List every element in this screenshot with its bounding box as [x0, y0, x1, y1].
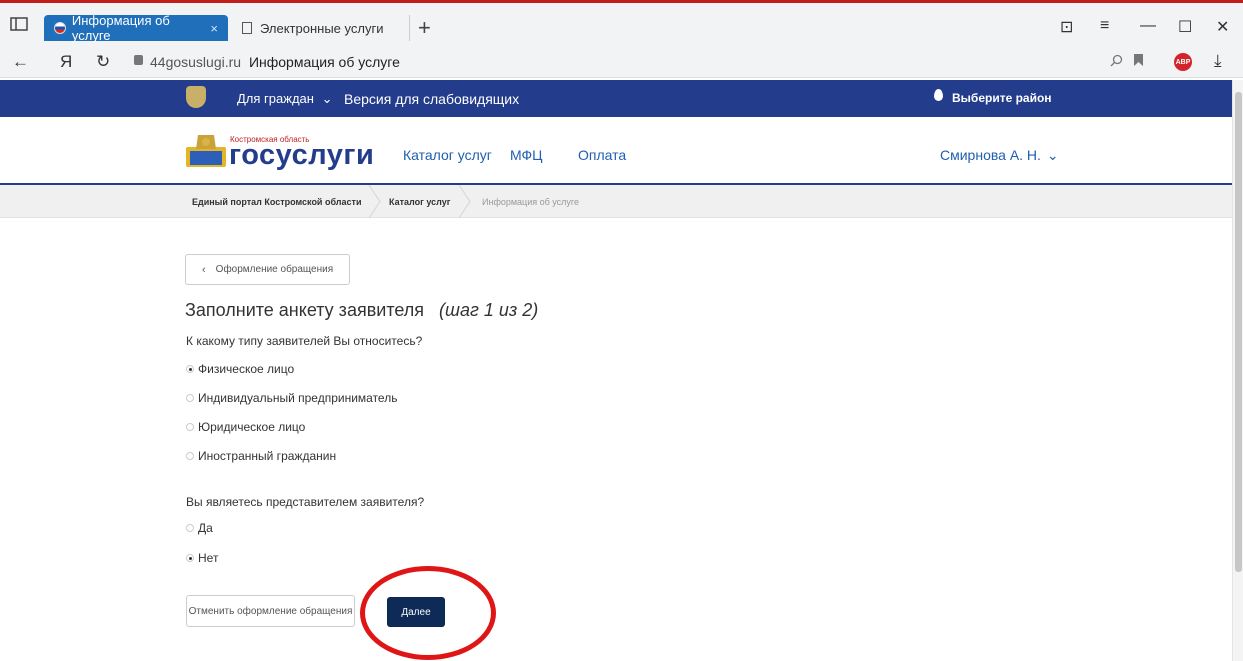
radio-label: Да — [198, 521, 213, 535]
radio-option[interactable]: Физическое лицо — [186, 362, 294, 376]
tab-close-icon[interactable]: × — [210, 21, 218, 36]
breadcrumb-separator-icon — [368, 185, 381, 218]
adblock-icon[interactable]: ABP — [1174, 53, 1192, 71]
question-representative: Вы являетесь представителем заявителя? — [186, 495, 425, 509]
close-window-button[interactable]: ✕ — [1216, 17, 1229, 37]
radio-button[interactable] — [186, 452, 194, 460]
address-bar: ← Я ↻ 44gosuslugi.ru Информация об услуг… — [0, 44, 1243, 78]
maximize-button[interactable]: ☐ — [1178, 17, 1192, 37]
page-icon — [242, 22, 252, 34]
minimize-button[interactable]: — — [1140, 17, 1156, 35]
breadcrumb-item[interactable]: Каталог услуг — [389, 197, 451, 207]
url-field[interactable]: 44gosuslugi.ru Информация об услуге — [150, 54, 400, 70]
logo-emblem-icon — [186, 135, 226, 167]
back-button-label: Оформление обращения — [215, 264, 334, 275]
breadcrumb: Единый портал Костромской области Катало… — [0, 185, 1232, 218]
radio-option[interactable]: Да — [186, 521, 213, 535]
chevron-down-icon: ⌄ — [321, 91, 333, 106]
question-applicant-type: К какому типу заявителей Вы относитесь? — [186, 334, 423, 348]
sidebar-icon[interactable] — [10, 17, 28, 31]
tab-active[interactable]: Информация об услуге × — [44, 13, 228, 43]
coat-of-arms-icon — [186, 86, 206, 108]
download-icon[interactable]: ⤓ — [1214, 51, 1222, 71]
back-to-application-button[interactable]: ‹ Оформление обращения — [185, 254, 350, 285]
user-name: Смирнова А. Н. — [940, 147, 1041, 163]
breadcrumb-current: Информация об услуге — [482, 197, 580, 207]
new-tab-button[interactable]: + — [418, 15, 431, 41]
radio-option[interactable]: Юридическое лицо — [186, 420, 305, 434]
logo-text[interactable]: госуслуги — [229, 139, 374, 172]
form-title: Заполните анкету заявителя — [185, 300, 425, 320]
nav-mfc[interactable]: МФЦ — [510, 147, 543, 163]
back-arrow-icon[interactable]: ← — [12, 52, 29, 72]
url-domain: 44gosuslugi.ru — [150, 54, 242, 70]
tab-inactive[interactable]: Электронные услуги — [232, 15, 410, 41]
chevron-down-icon: ⌄ — [1046, 147, 1059, 163]
scrollbar-thumb[interactable] — [1235, 92, 1242, 572]
user-menu[interactable]: Смирнова А. Н. ⌄ — [940, 147, 1059, 164]
radio-button[interactable] — [186, 524, 194, 532]
radio-label: Физическое лицо — [198, 362, 295, 376]
radio-option[interactable]: Иностранный гражданин — [186, 449, 336, 463]
lock-icon — [134, 55, 143, 65]
yandex-icon[interactable]: Я — [60, 52, 72, 72]
page-title: Заполните анкету заявителя (шаг 1 из 2) — [185, 300, 538, 321]
site-favicon-icon — [54, 22, 66, 34]
menu-icon[interactable]: ≡ — [1100, 17, 1109, 35]
nav-payment[interactable]: Оплата — [578, 147, 626, 163]
for-citizens-menu[interactable]: Для граждан ⌄ — [237, 91, 332, 107]
radio-button[interactable] — [186, 394, 194, 402]
radio-label: Юридическое лицо — [198, 420, 306, 434]
radio-label: Нет — [198, 551, 219, 565]
radio-option[interactable]: Нет — [186, 551, 218, 565]
tab-title: Электронные услуги — [260, 20, 384, 36]
highlight-annotation — [360, 566, 496, 660]
low-vision-link[interactable]: Версия для слабовидящих — [344, 91, 519, 107]
radio-option[interactable]: Индивидуальный предприниматель — [186, 391, 397, 405]
radio-button-checked[interactable] — [186, 554, 194, 562]
form-step: (шаг 1 из 2) — [439, 300, 539, 320]
reload-icon[interactable]: ↻ — [96, 52, 110, 72]
region-select[interactable]: Выберите район — [952, 91, 1052, 105]
radio-label: Индивидуальный предприниматель — [198, 391, 398, 405]
page-scrollbar[interactable] — [1232, 80, 1243, 661]
nav-catalog[interactable]: Каталог услуг — [403, 147, 492, 163]
browser-tab-bar: Информация об услуге × Электронные услуг… — [0, 0, 1243, 44]
radio-button-checked[interactable] — [186, 365, 194, 373]
site-top-bar: Для граждан ⌄ Версия для слабовидящих Вы… — [0, 80, 1232, 117]
url-page-title: Информация об услуге — [248, 54, 400, 70]
tab-title: Информация об услуге — [71, 13, 170, 43]
search-icon[interactable] — [1110, 54, 1123, 67]
for-citizens-label: Для граждан — [237, 91, 314, 106]
radio-button[interactable] — [186, 423, 194, 431]
radio-label: Иностранный гражданин — [198, 449, 337, 463]
tab-manager-icon[interactable]: ⊡ — [1060, 17, 1073, 37]
breadcrumb-separator-icon — [458, 185, 471, 218]
chevron-left-icon: ‹ — [202, 263, 206, 276]
cancel-application-button[interactable]: Отменить оформление обращения — [186, 595, 355, 627]
location-pin-icon — [934, 89, 943, 101]
breadcrumb-item[interactable]: Единый портал Костромской области — [192, 197, 361, 207]
site-header: Костромская область госуслуги Каталог ус… — [0, 117, 1232, 185]
bookmark-icon[interactable] — [1134, 54, 1143, 66]
